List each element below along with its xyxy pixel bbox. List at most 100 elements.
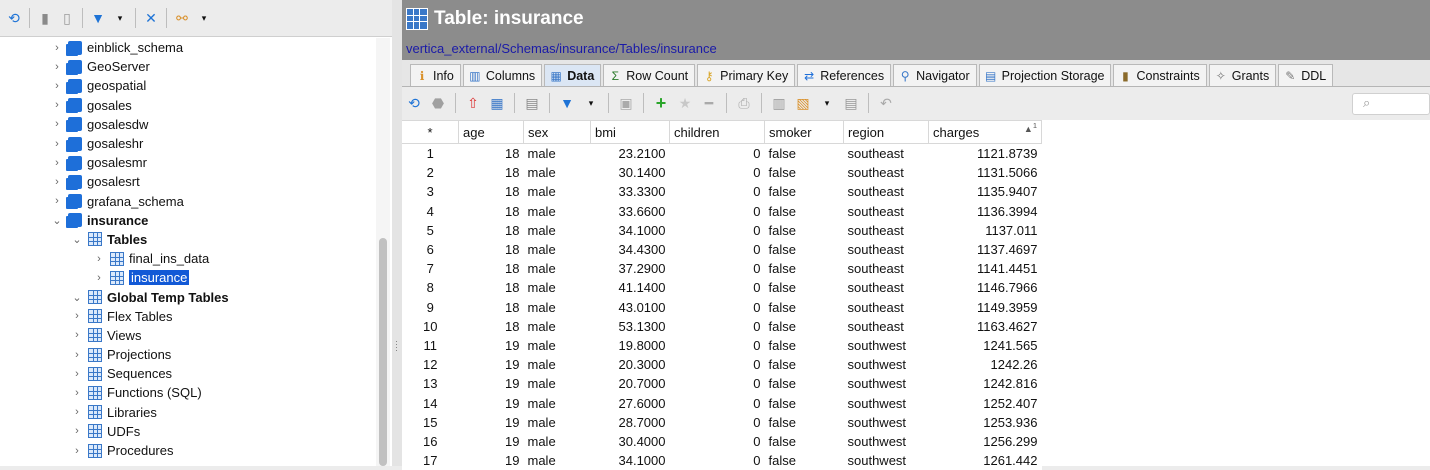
grid-icon[interactable]: ▦ — [487, 93, 507, 113]
table-cell-smoker[interactable]: false — [764, 451, 844, 470]
chevron-right-icon[interactable]: › — [92, 272, 106, 284]
table-cell-region[interactable]: southwest — [843, 355, 929, 375]
tab-data[interactable]: ▦ Data — [544, 64, 602, 86]
tree-item-global-temp-tables[interactable]: ⌄ Global Temp Tables — [0, 287, 376, 306]
table-cell-region[interactable]: southwest — [843, 431, 929, 451]
table-cell-age[interactable]: 19 — [458, 374, 524, 394]
table-cell-sex[interactable]: male — [523, 163, 591, 183]
table-cell-bmi[interactable]: 28.7000 — [590, 412, 670, 432]
column-header-region[interactable]: region — [843, 120, 929, 144]
tab-navigator[interactable]: ⚲ Navigator — [893, 64, 977, 86]
table-cell-bmi[interactable]: 19.8000 — [590, 335, 670, 356]
column-header-age[interactable]: age — [458, 120, 524, 144]
table-row[interactable]: 4 18 male 33.6600 0 false southeast 1136.3994 — [402, 201, 1042, 221]
table-cell-sex[interactable]: male — [523, 316, 591, 336]
table-cell-age[interactable]: 18 — [458, 259, 524, 279]
table-cell-sex[interactable]: male — [523, 239, 591, 260]
search-box[interactable]: ⌕ — [1352, 93, 1430, 115]
object-path-link[interactable]: vertica_external/Schemas/insurance/Table… — [406, 41, 717, 56]
table-cell-age[interactable]: 18 — [458, 220, 524, 240]
tree-item-geoserver[interactable]: › GeoServer — [0, 57, 376, 76]
table-row[interactable]: 13 19 male 20.7000 0 false southwest 1242.816 — [402, 374, 1042, 394]
table-cell-age[interactable]: 18 — [458, 143, 524, 164]
table-cell-bmi[interactable]: 34.1000 — [590, 451, 670, 470]
tree-item-insurance[interactable]: ⌄ insurance — [0, 211, 376, 230]
tree-scrollbar[interactable] — [376, 38, 390, 466]
tab-constraints[interactable]: ▮ Constraints — [1113, 64, 1207, 86]
table-cell-charges[interactable]: 1163.4627 — [928, 316, 1042, 336]
tab-row-count[interactable]: Σ Row Count — [603, 64, 696, 86]
column-header-children[interactable]: children — [669, 120, 765, 144]
table-cell-smoker[interactable]: false — [764, 182, 844, 202]
table-row[interactable]: 7 18 male 37.2900 0 false southeast 1141.4451 — [402, 259, 1042, 279]
table-cell-children[interactable]: 0 — [669, 412, 765, 432]
tab-references[interactable]: ⇄ References — [797, 64, 892, 86]
table-cell-bmi[interactable]: 41.1400 — [590, 278, 670, 298]
table-cell-children[interactable]: 0 — [669, 431, 765, 451]
column-header-sex[interactable]: sex — [523, 120, 591, 144]
tree-item-gosalesmr[interactable]: › gosalesmr — [0, 153, 376, 172]
table-cell-smoker[interactable]: false — [764, 431, 844, 451]
filter-icon[interactable]: ▼ — [557, 93, 577, 113]
table-cell-charges[interactable]: 1146.7966 — [928, 278, 1042, 298]
table-cell-age[interactable]: 19 — [458, 393, 524, 413]
table-cell-smoker[interactable]: false — [764, 412, 844, 432]
dropdown-icon[interactable]: ▾ — [817, 93, 837, 113]
table-row[interactable]: 8 18 male 41.1400 0 false southeast 1146.7966 — [402, 278, 1042, 298]
column-header-bmi[interactable]: bmi — [590, 120, 670, 144]
table-cell-bmi[interactable]: 34.1000 — [590, 220, 670, 240]
table-row[interactable]: 17 19 male 34.1000 0 false southwest 1261.442 — [402, 451, 1042, 470]
table-cell-children[interactable]: 0 — [669, 451, 765, 470]
table-cell-charges[interactable]: 1261.442 — [928, 451, 1042, 470]
dropdown-icon[interactable]: ▾ — [110, 8, 130, 28]
link-icon[interactable]: ⚯ — [172, 8, 192, 28]
tree-item-functions-sql[interactable]: › Functions (SQL) — [0, 383, 376, 402]
table-cell-children[interactable]: 0 — [669, 220, 765, 240]
db-add-icon[interactable]: ▯ — [57, 8, 77, 28]
chevron-right-icon[interactable]: › — [50, 118, 64, 130]
table-cell-charges[interactable]: 1141.4451 — [928, 259, 1042, 279]
table-cell-age[interactable]: 18 — [458, 182, 524, 202]
table-cell-smoker[interactable]: false — [764, 393, 844, 413]
table-cell-region[interactable]: southeast — [843, 278, 929, 298]
table-cell-region[interactable]: southeast — [843, 143, 929, 164]
tree-item-views[interactable]: › Views — [0, 326, 376, 345]
table-cell-charges[interactable]: 1256.299 — [928, 431, 1042, 451]
table-cell-bmi[interactable]: 33.3300 — [590, 182, 670, 202]
stop-icon[interactable]: ⬣ — [428, 93, 448, 113]
table-cell-age[interactable]: 18 — [458, 297, 524, 317]
tree-item-gosalesdw[interactable]: › gosalesdw — [0, 115, 376, 134]
chevron-right-icon[interactable]: › — [50, 176, 64, 188]
table-cell-sex[interactable]: male — [523, 412, 591, 432]
table-cell-smoker[interactable]: false — [764, 278, 844, 298]
tree-item-insurance[interactable]: › insurance — [0, 268, 376, 287]
table-cell-sex[interactable]: male — [523, 259, 591, 279]
tab-ddl[interactable]: ✎ DDL — [1278, 64, 1334, 86]
export-icon[interactable]: ⇧ — [463, 93, 483, 113]
table-cell-bmi[interactable]: 20.3000 — [590, 355, 670, 375]
table-cell-region[interactable]: southeast — [843, 316, 929, 336]
table-cell-smoker[interactable]: false — [764, 259, 844, 279]
table-cell-region[interactable]: southwest — [843, 412, 929, 432]
chevron-down-icon[interactable]: ⌄ — [50, 214, 64, 227]
table-cell-charges[interactable]: 1137.4697 — [928, 239, 1042, 260]
table-cell-sex[interactable]: male — [523, 335, 591, 356]
table-cell-smoker[interactable]: false — [764, 220, 844, 240]
delete-row-icon[interactable]: ━ — [699, 93, 719, 113]
tree-item-sequences[interactable]: › Sequences — [0, 364, 376, 383]
table-cell-children[interactable]: 0 — [669, 297, 765, 317]
table-cell-bmi[interactable]: 27.6000 — [590, 393, 670, 413]
table-row[interactable]: 1 18 male 23.2100 0 false southeast 1121.8739 — [402, 143, 1042, 164]
tab-primary-key[interactable]: ⚷ Primary Key — [697, 64, 796, 86]
table-cell-sex[interactable]: male — [523, 220, 591, 240]
refresh-icon[interactable]: ⟲ — [404, 93, 424, 113]
tree-item-gosaleshr[interactable]: › gosaleshr — [0, 134, 376, 153]
tree-item-geospatial[interactable]: › geospatial — [0, 76, 376, 95]
tree-item-gosales[interactable]: › gosales — [0, 96, 376, 115]
chevron-right-icon[interactable]: › — [70, 425, 84, 437]
table-cell-children[interactable]: 0 — [669, 355, 765, 375]
table-cell-smoker[interactable]: false — [764, 335, 844, 356]
tree-item-libraries[interactable]: › Libraries — [0, 403, 376, 422]
chevron-right-icon[interactable]: › — [70, 368, 84, 380]
table-cell-sex[interactable]: male — [523, 143, 591, 164]
